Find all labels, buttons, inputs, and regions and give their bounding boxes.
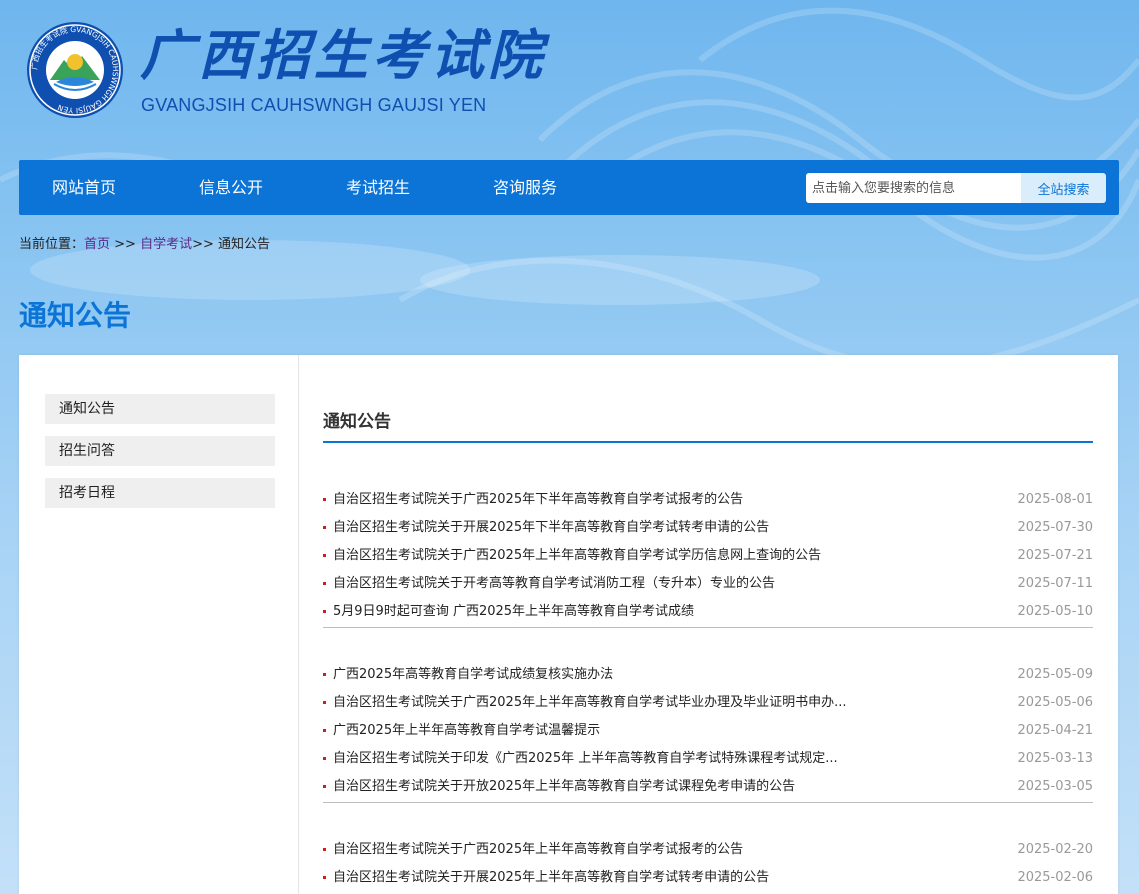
nav-item-info-disclosure[interactable]: 信息公开 — [199, 160, 263, 215]
news-item[interactable]: 广西2025年高等教育自学考试成绩复核实施办法 2025-05-09 — [323, 661, 1093, 689]
breadcrumb-separator: >> — [192, 237, 219, 252]
news-item-title[interactable]: 自治区招生考试院关于广西2025年上半年高等教育自学考试学历信息网上查询的公告 — [333, 542, 821, 570]
news-item[interactable]: 自治区招生考试院关于广西2025年上半年高等教育自学考试学历信息网上查询的公告 2… — [323, 542, 1093, 570]
news-item-date: 2025-02-06 — [1017, 870, 1093, 885]
square-bullet-icon — [323, 701, 326, 704]
news-item[interactable]: 自治区招生考试院关于广西2025年上半年高等教育自学考试毕业办理及毕业证明书申办… — [323, 689, 1093, 717]
square-bullet-icon — [323, 729, 326, 732]
content-panel: 通知公告 招生问答 招考日程 通知公告 自治区招生考试院关于广西2025年下半年… — [19, 355, 1118, 894]
news-item[interactable]: 自治区招生考试院关于开展2025年下半年高等教育自学考试转考申请的公告 2025-… — [323, 514, 1093, 542]
nav-item-home[interactable]: 网站首页 — [52, 160, 116, 215]
sidebar: 通知公告 招生问答 招考日程 — [19, 355, 299, 894]
news-item-title[interactable]: 广西2025年高等教育自学考试成绩复核实施办法 — [333, 661, 613, 689]
square-bullet-icon — [323, 582, 326, 585]
nav-item-consult-service[interactable]: 咨询服务 — [493, 160, 557, 215]
news-item-title[interactable]: 自治区招生考试院关于广西2025年上半年高等教育自学考试毕业办理及毕业证明书申办… — [333, 689, 846, 717]
news-item-date: 2025-05-06 — [1017, 695, 1093, 710]
nav-item-exam-admission[interactable]: 考试招生 — [346, 160, 410, 215]
news-item-title[interactable]: 自治区招生考试院关于开放2025年上半年高等教育自学考试课程免考申请的公告 — [333, 773, 795, 801]
news-item-title[interactable]: 自治区招生考试院关于印发《广西2025年 上半年高等教育自学考试特殊课程考试规定… — [333, 745, 838, 773]
breadcrumb-current: 通知公告 — [218, 237, 271, 252]
news-item[interactable]: 自治区招生考试院关于广西2025年上半年高等教育自学考试报考的公告 2025-02… — [323, 836, 1093, 864]
square-bullet-icon — [323, 554, 326, 557]
news-item-date: 2025-07-21 — [1017, 548, 1093, 563]
site-header: 广西招生考试院 GVANGJSIH CAUHSWNGH GAUJSI YEN 广… — [0, 0, 1139, 160]
news-item-date: 2025-08-01 — [1017, 492, 1093, 507]
square-bullet-icon — [323, 526, 326, 529]
news-item-date: 2025-05-09 — [1017, 667, 1093, 682]
news-item[interactable]: 自治区招生考试院关于广西2025年下半年高等教育自学考试报考的公告 2025-08… — [323, 486, 1093, 514]
square-bullet-icon — [323, 610, 326, 613]
breadcrumb-separator: >> — [110, 237, 141, 252]
square-bullet-icon — [323, 673, 326, 676]
sidebar-item-admission-qa[interactable]: 招生问答 — [45, 436, 275, 466]
news-item-title[interactable]: 自治区招生考试院关于广西2025年上半年高等教育自学考试报考的公告 — [333, 836, 743, 864]
news-item[interactable]: 5月9日9时起可查询 广西2025年上半年高等教育自学考试成绩 2025-05-1… — [323, 598, 1093, 626]
breadcrumb: 当前位置：首页 >> 自学考试>> 通知公告 — [19, 234, 270, 256]
breadcrumb-category-link[interactable]: 自学考试 — [140, 237, 192, 252]
breadcrumb-prefix: 当前位置： — [19, 237, 85, 252]
main-nav: 网站首页 信息公开 考试招生 咨询服务 全站搜索 — [19, 160, 1119, 215]
news-item[interactable]: 广西2025年上半年高等教育自学考试温馨提示 2025-04-21 — [323, 717, 1093, 745]
site-search-button[interactable]: 全站搜索 — [1021, 173, 1106, 203]
news-item-date: 2025-07-11 — [1017, 576, 1093, 591]
news-item[interactable]: 自治区招生考试院关于开考高等教育自学考试消防工程（专升本）专业的公告 2025-0… — [323, 570, 1093, 598]
square-bullet-icon — [323, 848, 326, 851]
square-bullet-icon — [323, 498, 326, 501]
breadcrumb-home-link[interactable]: 首页 — [84, 237, 110, 252]
news-item-title[interactable]: 自治区招生考试院关于广西2025年下半年高等教育自学考试报考的公告 — [333, 486, 743, 514]
sidebar-item-notices[interactable]: 通知公告 — [45, 394, 275, 424]
section-title: 通知公告 — [323, 412, 391, 432]
news-item-title[interactable]: 5月9日9时起可查询 广西2025年上半年高等教育自学考试成绩 — [333, 598, 694, 626]
news-item[interactable]: 自治区招生考试院关于开放2025年上半年高等教育自学考试课程免考申请的公告 202… — [323, 773, 1093, 801]
brand-name-english: GVANGJSIH CAUHSWNGH GAUJSI YEN — [141, 95, 487, 115]
news-item[interactable]: 自治区招生考试院关于印发《广西2025年 上半年高等教育自学考试特殊课程考试规定… — [323, 745, 1093, 773]
search-input[interactable] — [806, 173, 1021, 203]
page-title: 通知公告 — [19, 299, 132, 332]
square-bullet-icon — [323, 757, 326, 760]
news-item-date: 2025-07-30 — [1017, 520, 1093, 535]
brand-name-chinese: 广西招生考试院 — [140, 23, 546, 87]
news-item-date: 2025-03-13 — [1017, 751, 1093, 766]
square-bullet-icon — [323, 876, 326, 879]
news-item-title[interactable]: 自治区招生考试院关于开展2025年下半年高等教育自学考试转考申请的公告 — [333, 514, 769, 542]
news-item-date: 2025-03-05 — [1017, 779, 1093, 794]
news-item-title[interactable]: 广西2025年上半年高等教育自学考试温馨提示 — [333, 717, 600, 745]
news-item-date: 2025-04-21 — [1017, 723, 1093, 738]
sidebar-item-exam-schedule[interactable]: 招考日程 — [45, 478, 275, 508]
news-item[interactable]: 自治区招生考试院关于开展2025年上半年高等教育自学考试转考申请的公告 2025-… — [323, 864, 1093, 892]
square-bullet-icon — [323, 785, 326, 788]
news-group-divider — [323, 802, 1093, 803]
news-item-date: 2025-02-20 — [1017, 842, 1093, 857]
news-item-title[interactable]: 自治区招生考试院关于开展2025年上半年高等教育自学考试转考申请的公告 — [333, 864, 769, 892]
news-item-title[interactable]: 自治区招生考试院关于开考高等教育自学考试消防工程（专升本）专业的公告 — [333, 570, 775, 598]
news-item-date: 2025-05-10 — [1017, 604, 1093, 619]
section-title-underline — [323, 441, 1093, 443]
news-group-divider — [323, 627, 1093, 628]
emblem-logo-icon[interactable]: 广西招生考试院 GVANGJSIH CAUHSWNGH GAUJSI YEN — [24, 20, 126, 120]
